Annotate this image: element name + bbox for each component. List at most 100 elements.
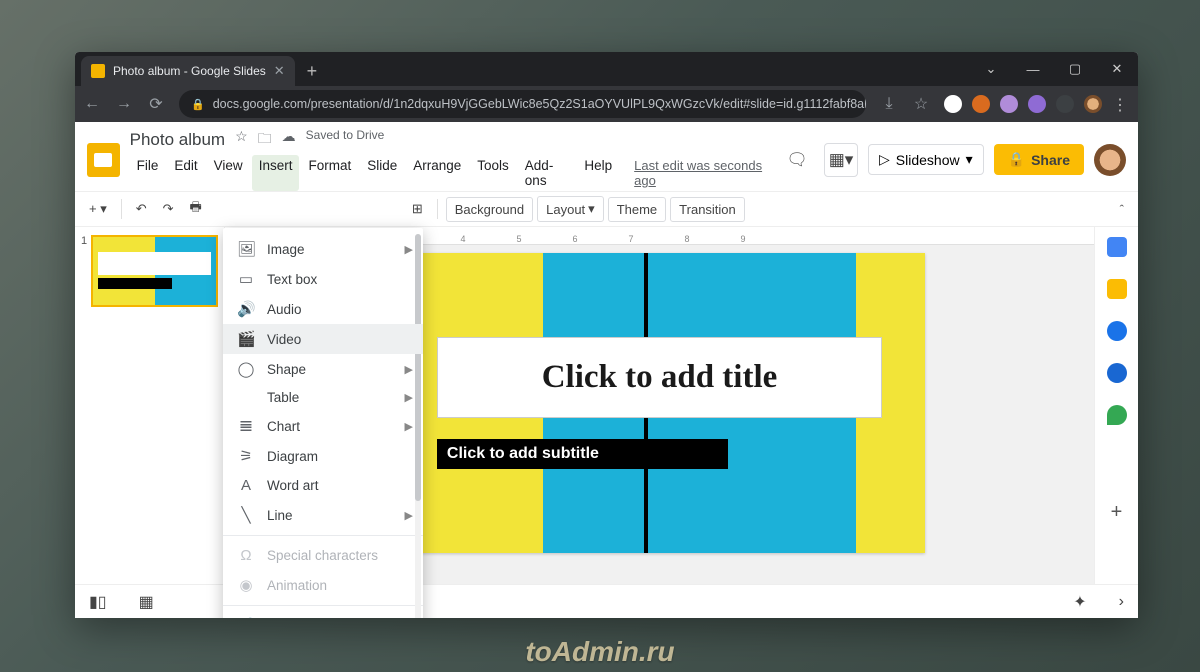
ext-icon[interactable] xyxy=(944,95,962,113)
menu-item-label: Chart xyxy=(267,419,300,434)
back-button[interactable]: ← xyxy=(83,95,101,113)
add-addon-icon[interactable]: + xyxy=(1107,502,1127,522)
present-dropdown-button[interactable]: ▦▾ xyxy=(824,143,858,177)
undo-button[interactable]: ↶ xyxy=(130,197,153,221)
extensions-tray: ⋮ xyxy=(944,95,1130,113)
document-title[interactable]: Photo album xyxy=(130,130,225,150)
maps-icon[interactable] xyxy=(1107,405,1127,425)
reload-button[interactable]: ⟳ xyxy=(147,94,165,114)
menu-item-label: Image xyxy=(267,242,305,257)
ext-icon[interactable] xyxy=(1000,95,1018,113)
submenu-arrow-icon: ▶ xyxy=(405,420,413,433)
chevron-down-icon: ▾ xyxy=(588,201,595,217)
chart-icon: 𝌆 xyxy=(237,417,255,435)
diagram-icon: ⚞ xyxy=(237,447,255,465)
special-characters-icon: Ω xyxy=(237,547,255,564)
transition-button[interactable]: Transition xyxy=(670,197,745,222)
hide-sidepanel-icon[interactable]: › xyxy=(1119,593,1124,611)
contacts-icon[interactable] xyxy=(1107,363,1127,383)
menu-item-label: Word art xyxy=(267,478,319,493)
insert-line[interactable]: ╲Line▶ xyxy=(223,500,423,530)
menu-file[interactable]: File xyxy=(130,155,166,191)
forward-button[interactable]: → xyxy=(115,95,133,113)
subtitle-placeholder[interactable]: Click to add subtitle xyxy=(437,439,729,469)
submenu-arrow-icon: ▶ xyxy=(405,509,413,522)
redo-button[interactable]: ↷ xyxy=(157,197,180,221)
collapse-toolbar-icon[interactable]: ˆ xyxy=(1120,202,1130,217)
explore-button[interactable]: ✦ xyxy=(1073,592,1086,612)
slides-logo-icon[interactable] xyxy=(87,143,120,177)
last-edit-link[interactable]: Last edit was seconds ago xyxy=(627,155,774,191)
menu-view[interactable]: View xyxy=(207,155,250,191)
menu-help[interactable]: Help xyxy=(577,155,619,191)
insert-audio[interactable]: 🔊Audio xyxy=(223,294,423,324)
insert-link: 🔗LinkCtrl+K xyxy=(223,611,423,618)
video-icon: 🎬 xyxy=(237,330,255,348)
ext-icon[interactable] xyxy=(972,95,990,113)
star-icon[interactable]: ☆ xyxy=(912,94,930,114)
print-button[interactable]: 🖶 xyxy=(184,194,208,224)
background-button[interactable]: Background xyxy=(446,197,533,222)
slide-canvas[interactable]: Click to add title Click to add subtitle xyxy=(395,253,925,553)
new-tab-button[interactable]: + xyxy=(295,56,330,86)
insert-menu-dropdown: 🖼 Image ▶ ▭Text box🔊Audio🎬Video◯Shape▶Table… xyxy=(223,228,423,618)
animation-icon: ◉ xyxy=(237,576,255,594)
account-avatar[interactable] xyxy=(1094,144,1126,176)
theme-button[interactable]: Theme xyxy=(608,197,666,222)
calendar-icon[interactable] xyxy=(1107,237,1127,257)
url-text: docs.google.com/presentation/d/1n2dqxuH9… xyxy=(213,97,866,111)
share-button[interactable]: 🔒 Share xyxy=(994,144,1084,175)
tasks-icon[interactable] xyxy=(1107,321,1127,341)
chrome-menu-icon[interactable]: ⋮ xyxy=(1112,95,1130,113)
ext-icon[interactable] xyxy=(1028,95,1046,113)
menu-insert[interactable]: Insert xyxy=(252,155,300,191)
insert-word-art[interactable]: AWord art xyxy=(223,471,423,500)
title-placeholder[interactable]: Click to add title xyxy=(437,337,882,418)
insert-text-box[interactable]: ▭Text box xyxy=(223,264,423,294)
star-document-icon[interactable]: ☆ xyxy=(235,128,248,152)
menu-addons[interactable]: Add-ons xyxy=(518,155,576,191)
insert-chart[interactable]: 𝌆 Chart ▶ xyxy=(223,411,423,441)
thumb-number: 1 xyxy=(81,235,87,307)
move-document-icon[interactable]: 🗀 xyxy=(258,128,272,152)
close-tab-icon[interactable]: ✕ xyxy=(274,63,285,79)
image-icon: 🖼 xyxy=(237,240,255,258)
lock-icon: 🔒 xyxy=(191,98,205,111)
menu-item-label: Animation xyxy=(267,578,327,593)
menu-tools[interactable]: Tools xyxy=(470,155,516,191)
menu-arrange[interactable]: Arrange xyxy=(406,155,468,191)
extensions-puzzle-icon[interactable] xyxy=(1056,95,1074,113)
insert-shape[interactable]: ◯Shape▶ xyxy=(223,354,423,384)
top-actions: 🗨 ▦▾ ▷ Slideshow ▾ 🔒 Share xyxy=(780,143,1126,177)
slideshow-button[interactable]: ▷ Slideshow ▾ xyxy=(868,144,984,175)
minimize-button[interactable]: — xyxy=(1012,52,1054,86)
menu-format[interactable]: Format xyxy=(301,155,358,191)
comments-history-icon[interactable]: 🗨 xyxy=(780,143,814,177)
submenu-arrow-icon: ▶ xyxy=(405,391,413,404)
browser-tab[interactable]: Photo album - Google Slides ✕ xyxy=(81,56,295,86)
grid-view-icon[interactable]: ▦ xyxy=(139,592,154,612)
line-icon: ╲ xyxy=(237,506,255,524)
omnibox[interactable]: 🔒 docs.google.com/presentation/d/1n2dqxu… xyxy=(179,90,866,118)
profile-avatar-small[interactable] xyxy=(1084,95,1102,113)
new-slide-button[interactable]: + ▾ xyxy=(83,197,113,221)
maximize-button[interactable]: ▢ xyxy=(1054,52,1096,86)
submenu-arrow-icon: ▶ xyxy=(405,363,413,376)
insert-table[interactable]: Table▶ xyxy=(223,384,423,411)
insert-diagram[interactable]: ⚞Diagram xyxy=(223,441,423,471)
zoom-fit-button[interactable]: ⊞ xyxy=(406,197,429,221)
tab-title: Photo album - Google Slides xyxy=(113,64,266,78)
keep-icon[interactable] xyxy=(1107,279,1127,299)
layout-button[interactable]: Layout▾ xyxy=(537,196,604,222)
close-window-button[interactable]: ✕ xyxy=(1096,52,1138,86)
menu-slide[interactable]: Slide xyxy=(360,155,404,191)
watermark-text: toAdmin.ru xyxy=(525,636,674,668)
chevron-down-icon[interactable]: ⌄ xyxy=(970,52,1012,86)
filmstrip-view-icon[interactable]: ▮▯ xyxy=(89,592,107,612)
insert-video[interactable]: 🎬Video xyxy=(223,324,423,354)
install-app-icon[interactable]: ⤓ xyxy=(880,95,898,113)
slide-thumbnail[interactable] xyxy=(91,235,218,307)
submenu-arrow-icon: ▶ xyxy=(405,243,413,256)
menu-edit[interactable]: Edit xyxy=(167,155,204,191)
insert-image[interactable]: 🖼 Image ▶ xyxy=(223,234,423,264)
